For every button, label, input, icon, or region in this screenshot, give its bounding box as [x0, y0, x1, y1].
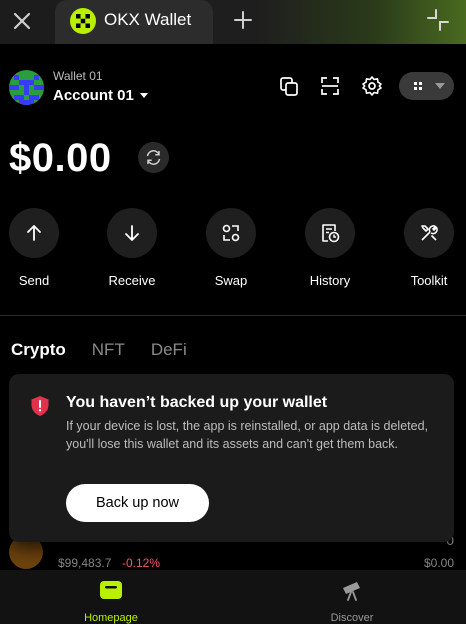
receive-button[interactable]: Receive: [106, 208, 158, 288]
swap-button[interactable]: Swap: [205, 208, 257, 288]
asset-price: $99,483.7: [58, 556, 112, 570]
tab-okx-wallet[interactable]: OKX Wallet: [55, 0, 213, 44]
telescope-icon: [343, 582, 360, 601]
asset-value: $0.00: [423, 556, 454, 570]
tab-title: OKX Wallet: [104, 10, 192, 29]
nav-homepage-label: Homepage: [84, 612, 138, 624]
bottom-nav: Homepage Discover: [0, 570, 466, 624]
history-label: History: [309, 273, 351, 288]
view-toggle[interactable]: [399, 72, 454, 100]
history-icon: [322, 224, 340, 243]
refresh-button[interactable]: [138, 142, 169, 173]
backup-warning-card: You haven’t backed up your wallet If you…: [9, 374, 454, 542]
account-name: Account 01: [53, 87, 134, 104]
wallet-icon: [100, 581, 122, 599]
arrow-down-icon: [125, 225, 139, 241]
shield-alert-icon: [31, 396, 49, 416]
wallet-name: Wallet 01: [53, 69, 103, 83]
refresh-icon: [146, 150, 161, 165]
send-button[interactable]: Send: [8, 208, 60, 288]
swap-label: Swap: [214, 273, 248, 288]
shrink-icon[interactable]: [426, 8, 450, 32]
okx-logo-icon: [70, 8, 96, 34]
grid-icon: [414, 82, 422, 90]
caret-down-icon: [139, 92, 148, 98]
receive-label: Receive: [108, 273, 156, 288]
swap-icon: [222, 224, 240, 242]
asset-tabs: Crypto NFT DeFi: [11, 340, 187, 360]
toolkit-label: Toolkit: [410, 273, 448, 288]
history-button[interactable]: History: [304, 208, 356, 288]
tab-nft[interactable]: NFT: [92, 340, 125, 360]
copy-icon[interactable]: [278, 75, 300, 97]
arrow-up-icon: [27, 225, 41, 241]
scan-icon[interactable]: [319, 75, 341, 97]
tab-defi[interactable]: DeFi: [151, 340, 187, 360]
nav-discover[interactable]: Discover: [292, 579, 412, 624]
caret-down-icon: [435, 83, 445, 89]
close-icon[interactable]: [10, 9, 34, 33]
gear-icon[interactable]: [361, 75, 383, 97]
account-selector[interactable]: Account 01: [53, 87, 148, 104]
asset-change: -0.12%: [122, 556, 161, 570]
divider: [0, 315, 466, 316]
backup-title: You haven’t backed up your wallet: [66, 394, 328, 411]
toolkit-button[interactable]: Toolkit: [403, 208, 455, 288]
back-up-now-button[interactable]: Back up now: [66, 484, 209, 522]
tab-crypto[interactable]: Crypto: [11, 340, 66, 360]
avatar[interactable]: [9, 70, 44, 105]
plus-icon[interactable]: [232, 9, 254, 31]
toolkit-icon: [421, 225, 438, 241]
top-bar: OKX Wallet: [0, 0, 466, 44]
total-balance: $0.00: [9, 136, 112, 180]
nav-homepage[interactable]: Homepage: [51, 579, 171, 624]
send-label: Send: [18, 273, 50, 288]
backup-description: If your device is lost, the app is reins…: [66, 419, 429, 451]
nav-discover-label: Discover: [330, 612, 374, 624]
